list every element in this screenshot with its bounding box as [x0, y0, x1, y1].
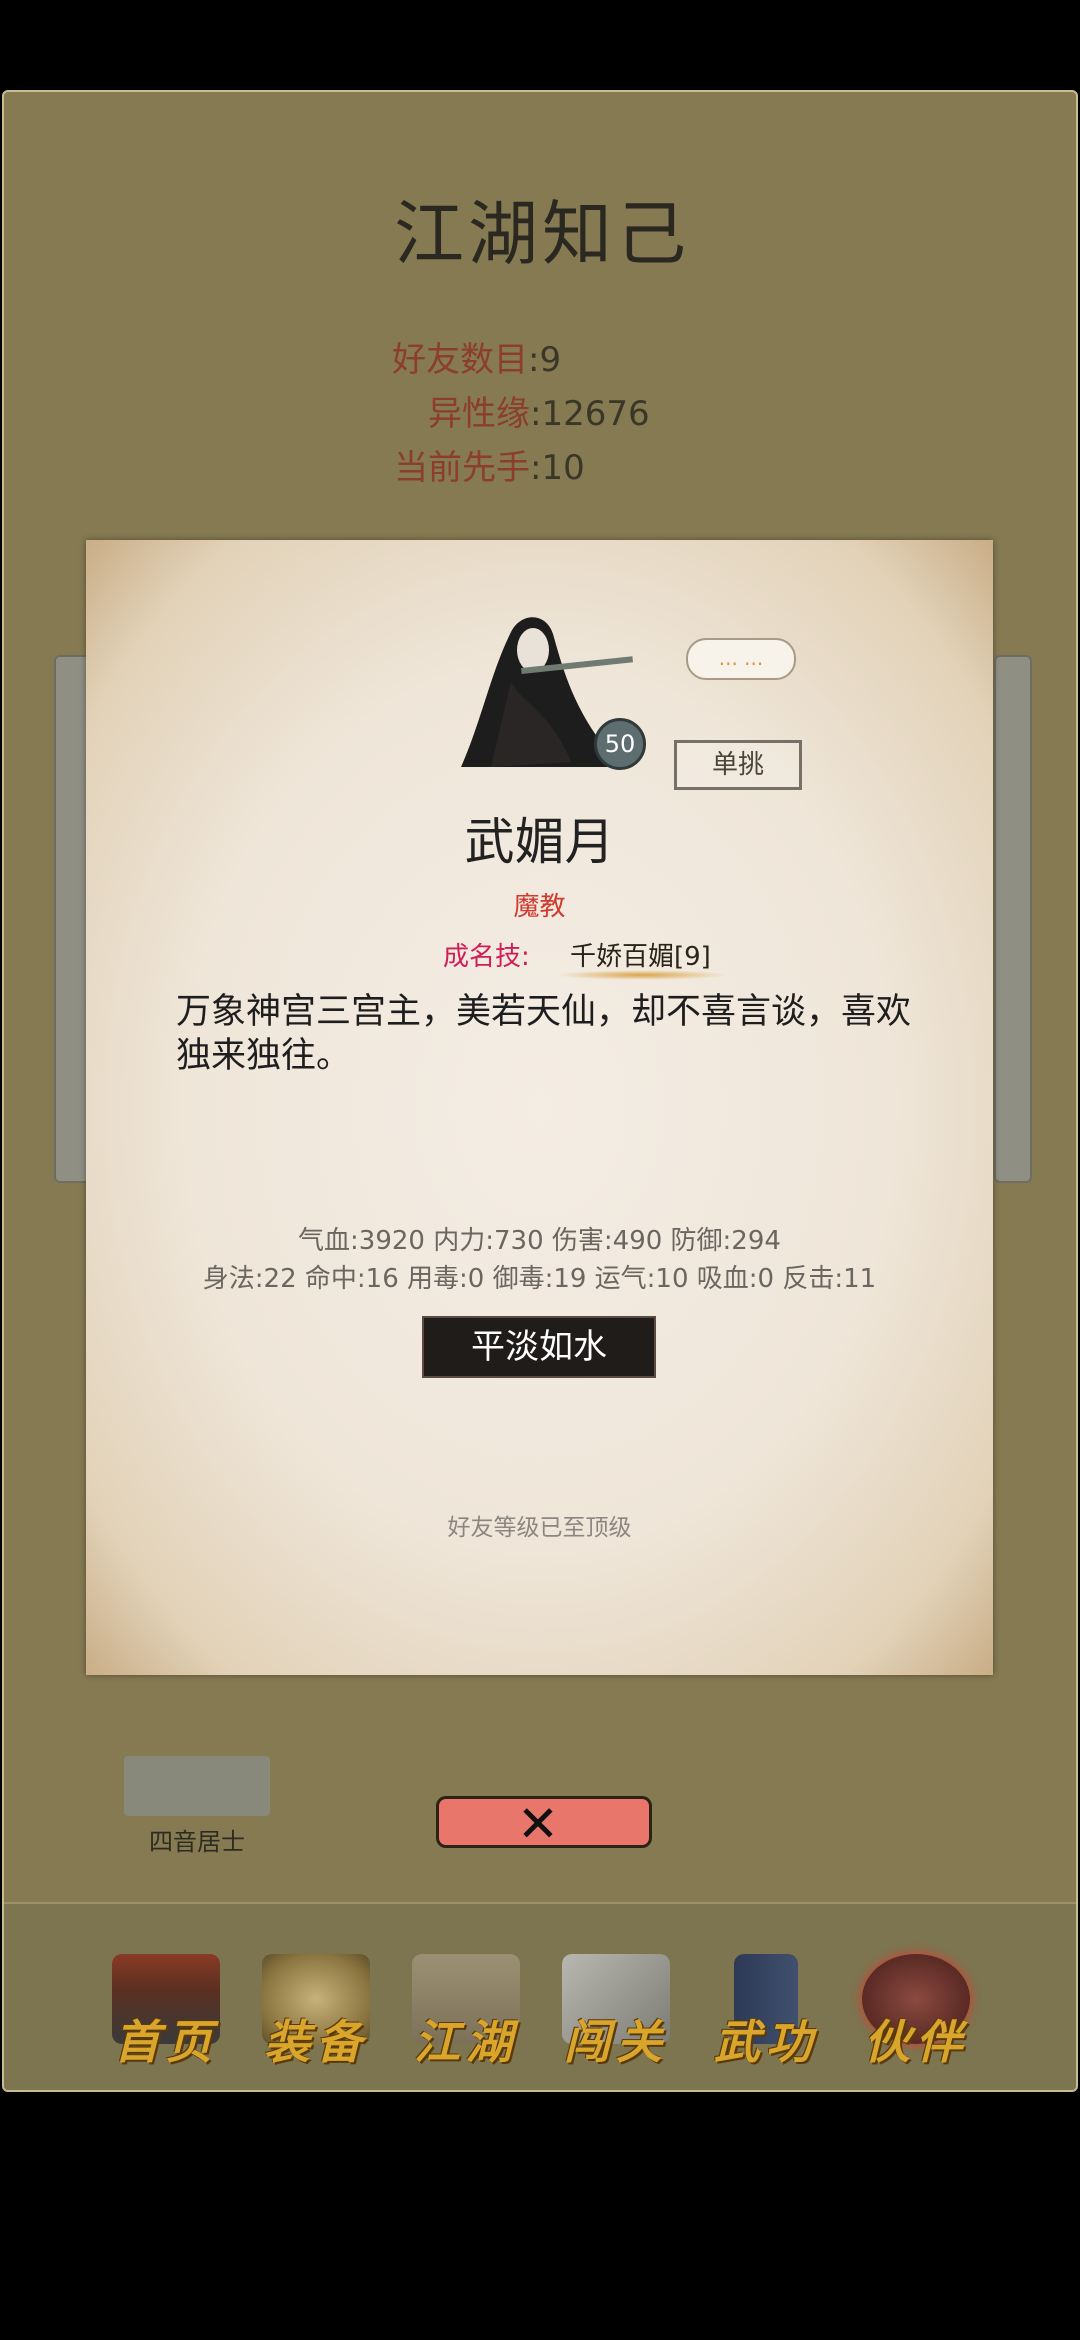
- back-panel-right: [994, 655, 1032, 1183]
- faction-label: 魔教: [513, 892, 566, 922]
- nav-item-jianghu[interactable]: 江湖: [398, 1954, 534, 2069]
- page-title: 江湖知己: [394, 193, 690, 275]
- character-description: 万象神宫三宫主，美若天仙，却不喜言谈，喜欢独来独往。: [176, 992, 912, 1076]
- duel-button[interactable]: 单挑: [674, 740, 802, 790]
- friend-count-stat: 好友数目:9: [392, 332, 561, 381]
- close-x-icon: ✕: [517, 1795, 559, 1853]
- initiative-stat: 当前先手:10: [394, 440, 585, 489]
- nav-item-equipment[interactable]: 装备: [248, 1954, 384, 2069]
- charm-label: 异性缘: [428, 394, 530, 434]
- signature-skill-label: 成名技:: [443, 942, 530, 972]
- friend-count-label: 好友数目: [392, 340, 528, 380]
- nav-item-martial-arts[interactable]: 武功: [698, 1954, 834, 2069]
- max-level-notice: 好友等级已至顶级: [447, 1515, 632, 1541]
- friend-count-value: :9: [528, 340, 562, 380]
- friend-name: 四音居士: [149, 1828, 245, 1856]
- attribute-stats-line1: 气血:3920 内力:730 伤害:490 防御:294: [298, 1226, 781, 1256]
- nav-label: 伙伴: [864, 2015, 968, 2069]
- nav-label: 江湖: [414, 2015, 518, 2069]
- attribute-stats-line2: 身法:22 命中:16 用毒:0 御毒:19 运气:10 吸血:0 反击:11: [202, 1264, 877, 1294]
- charm-stat: 异性缘:12676: [428, 386, 650, 435]
- charm-value: :12676: [530, 394, 650, 434]
- signature-skill-value[interactable]: 千娇百媚[9]: [570, 936, 711, 973]
- nav-item-companions[interactable]: 伙伴: [848, 1954, 984, 2069]
- nav-label: 装备: [264, 2015, 368, 2069]
- relationship-button[interactable]: 平淡如水: [422, 1316, 656, 1378]
- nav-item-challenge[interactable]: 闯关: [548, 1954, 684, 2069]
- initiative-label: 当前先手: [394, 448, 530, 488]
- speech-bubble: ... ...: [686, 638, 796, 680]
- initiative-value: :10: [530, 448, 585, 488]
- nav-label: 首页: [114, 2015, 218, 2069]
- character-name: 武媚月: [464, 813, 615, 871]
- close-button[interactable]: ✕: [436, 1795, 652, 1853]
- nav-label: 武功: [714, 2015, 818, 2069]
- nav-label: 闯关: [564, 2015, 668, 2069]
- nav-item-home[interactable]: 首页: [98, 1954, 234, 2069]
- friend-avatar[interactable]: [124, 1756, 270, 1816]
- level-badge: 50: [594, 718, 646, 770]
- friend-detail-dialog: 50 ... ... 单挑 武媚月 魔教 成名技: 千娇百媚[9] 万象神宫三宫…: [86, 540, 993, 1675]
